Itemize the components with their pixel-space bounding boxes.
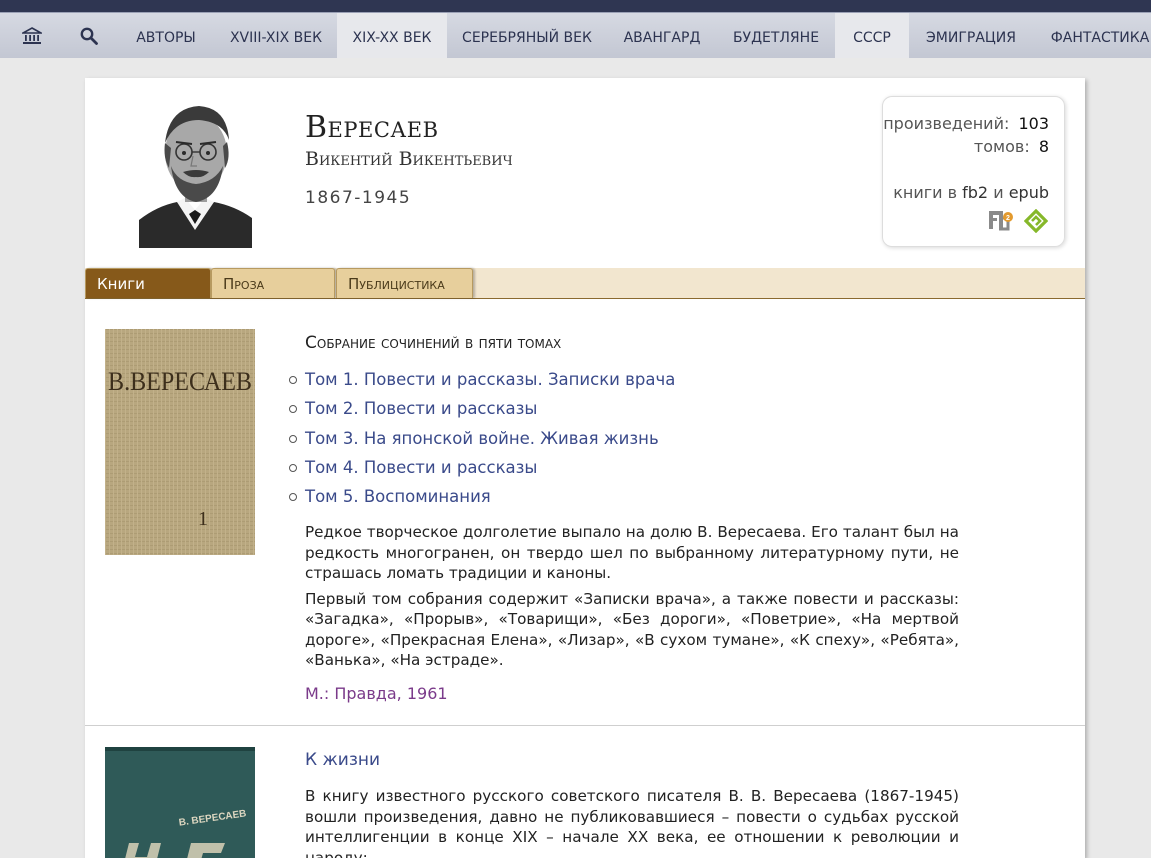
nav-item-silver-age[interactable]: СЕРЕБРЯНЫЙ ВЕК bbox=[449, 13, 605, 58]
volume-link[interactable]: Том 4. Повести и рассказы bbox=[288, 458, 675, 487]
book-description: Редкое творческое долголетие выпало на д… bbox=[305, 522, 959, 676]
svg-text:2: 2 bbox=[1006, 215, 1010, 222]
top-strip bbox=[0, 0, 1151, 12]
main-nav: АВТОРЫ XVIII-XIX ВЕК XIX-XX ВЕК СЕРЕБРЯН… bbox=[0, 12, 1151, 58]
volume-link[interactable]: Том 3. На японской войне. Живая жизнь bbox=[288, 429, 675, 458]
volume-link[interactable]: Том 2. Повести и рассказы bbox=[288, 399, 675, 428]
nav-item-emigration[interactable]: ЭМИГРАЦИЯ bbox=[912, 13, 1030, 58]
volumes-count-row: томов: 8 bbox=[974, 137, 1049, 156]
volume-list: Том 1. Повести и рассказы. Записки врача… bbox=[288, 370, 675, 516]
tab-publicism[interactable]: Публицистика bbox=[336, 268, 473, 298]
tab-prose[interactable]: Проза bbox=[211, 268, 335, 298]
fb2-download-icon[interactable]: 2 bbox=[988, 209, 1014, 237]
description-paragraph: Редкое творческое долголетие выпало на д… bbox=[305, 523, 959, 582]
cover-title-text: В.ВЕРЕСАЕВ bbox=[108, 367, 252, 396]
book-cover[interactable]: В.ВЕРЕСАЕВ 1 bbox=[105, 329, 255, 555]
works-label: произведений: bbox=[883, 114, 1010, 133]
volumes-count: 8 bbox=[1038, 137, 1049, 156]
stats-box: произведений: 103 томов: 8 книги в fb2 и… bbox=[882, 96, 1065, 247]
description-paragraph: Первый том собрания содержит «Записки вр… bbox=[305, 589, 959, 670]
format-epub-label: epub bbox=[1008, 183, 1049, 202]
formats-row: книги в fb2 и epub bbox=[893, 183, 1049, 202]
nav-item-futurists[interactable]: БУДЕТЛЯНЕ bbox=[720, 13, 832, 58]
book-entry-k-zhizni: В. ВЕРЕСАЕВ К жизни В книгу известного р… bbox=[85, 726, 1085, 858]
author-card: Вересаев Викентий Викентьевич 1867-1945 … bbox=[85, 78, 1085, 858]
category-tabs: Книги Проза Публицистика bbox=[85, 268, 1085, 299]
publisher-link[interactable]: М.: Правда, 1961 bbox=[305, 684, 448, 703]
book-title: Собрание сочинений в пяти томах bbox=[305, 333, 562, 353]
nav-item-19-20-century[interactable]: XIX-XX ВЕК bbox=[337, 13, 447, 58]
volume-link[interactable]: Том 5. Воспоминания bbox=[288, 487, 675, 516]
book-cover[interactable]: В. ВЕРЕСАЕВ bbox=[105, 747, 255, 858]
tab-books[interactable]: Книги bbox=[85, 268, 211, 298]
epub-download-icon[interactable] bbox=[1023, 208, 1049, 237]
and-word: и bbox=[993, 183, 1004, 202]
nav-item-ussr[interactable]: СССР bbox=[835, 13, 909, 58]
volume-link[interactable]: Том 1. Повести и рассказы. Записки врача bbox=[288, 370, 675, 399]
book-description: В книгу известного русского советского п… bbox=[305, 786, 959, 858]
download-icons: 2 bbox=[988, 208, 1049, 237]
cover-volume-number: 1 bbox=[198, 508, 208, 530]
format-fb2-label: fb2 bbox=[962, 183, 989, 202]
book-title-link[interactable]: К жизни bbox=[305, 750, 380, 770]
home-library-icon[interactable] bbox=[12, 13, 52, 58]
description-paragraph: В книгу известного русского советского п… bbox=[305, 787, 959, 858]
book-entry-collected-works: В.ВЕРЕСАЕВ 1 Собрание сочинений в пяти т… bbox=[85, 298, 1085, 726]
author-surname: Вересаев bbox=[305, 110, 439, 145]
author-portrait bbox=[139, 98, 252, 248]
nav-item-authors[interactable]: АВТОРЫ bbox=[120, 13, 212, 58]
volumes-label: томов: bbox=[973, 137, 1030, 156]
works-count: 103 bbox=[1018, 114, 1049, 133]
author-years: 1867-1945 bbox=[305, 188, 412, 208]
nav-item-fantasy[interactable]: ФАНТАСТИКА bbox=[1036, 13, 1151, 58]
works-count-row: произведений: 103 bbox=[883, 114, 1049, 133]
nav-item-avantgarde[interactable]: АВАНГАРД bbox=[610, 13, 714, 58]
search-icon[interactable] bbox=[70, 13, 108, 58]
books-prefix: книги в bbox=[893, 183, 958, 202]
author-full-name: Викентий Викентьевич bbox=[305, 148, 513, 170]
nav-item-18-19-century[interactable]: XVIII-XIX ВЕК bbox=[216, 13, 336, 58]
